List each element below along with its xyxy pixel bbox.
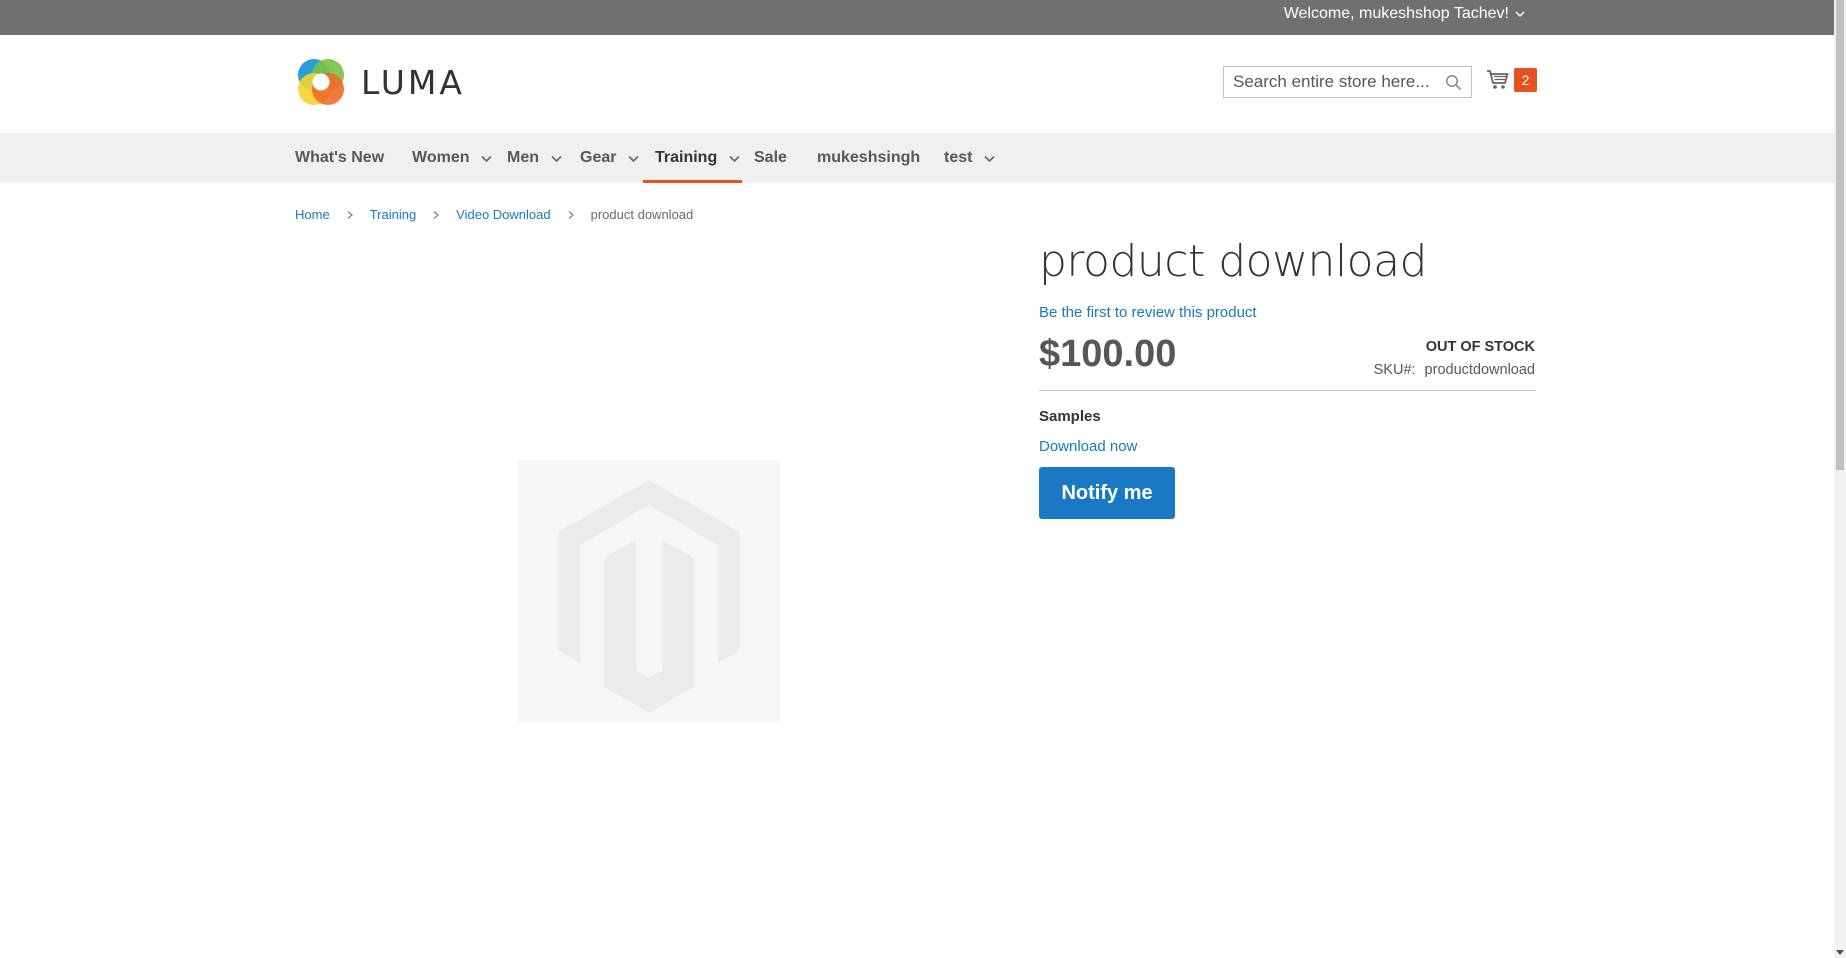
nav-item-label: What's New — [295, 149, 385, 166]
header: LUMA 2 — [0, 35, 1834, 133]
customer-menu-toggle[interactable]: Welcome, mukeshshop Tachev! — [1284, 5, 1526, 23]
nav-item-training[interactable]: Training — [642, 133, 743, 183]
nav-item-label: Gear — [580, 149, 617, 166]
notify-me-button[interactable]: Notify me — [1039, 467, 1175, 519]
minicart-button[interactable]: 2 — [1486, 68, 1537, 92]
nav-item-label: Men — [507, 149, 539, 166]
luma-logo-icon — [298, 59, 344, 105]
breadcrumb: Home Training Video Download product dow… — [295, 207, 693, 222]
sku-label: SKU#: — [1373, 362, 1416, 378]
nav-item-label: test — [944, 149, 973, 166]
nav-item-women[interactable]: Women — [412, 133, 493, 183]
chevron-down-icon — [1515, 11, 1525, 18]
nav-item-mukeshsingh[interactable]: mukeshsingh — [817, 133, 920, 183]
cart-count-badge: 2 — [1514, 68, 1537, 92]
welcome-text: Welcome, mukeshshop Tachev! — [1283, 5, 1509, 22]
samples-label: Samples — [1039, 408, 1101, 425]
download-sample-link[interactable]: Download now — [1039, 438, 1137, 455]
nav-item-test[interactable]: test — [944, 133, 996, 183]
page-title: product download — [1039, 236, 1427, 287]
logo-text: LUMA — [361, 62, 465, 102]
nav-item-label: mukeshsingh — [817, 149, 921, 166]
chevron-down-icon — [628, 155, 640, 162]
scrollbar-thumb[interactable] — [1836, 0, 1844, 470]
nav-item-gear[interactable]: Gear — [580, 133, 640, 183]
nav-item-label: Training — [655, 149, 718, 166]
scroll-down-arrow-icon[interactable] — [1836, 948, 1844, 956]
sku-value: productdownload — [1424, 362, 1535, 378]
chevron-down-icon — [481, 155, 493, 162]
nav-item-sale[interactable]: Sale — [754, 133, 787, 183]
cart-icon — [1487, 70, 1509, 89]
chevron-right-icon — [347, 210, 353, 219]
breadcrumb-home[interactable]: Home — [295, 207, 330, 222]
nav-item-men[interactable]: Men — [507, 133, 563, 183]
chevron-down-icon — [729, 155, 740, 162]
nav-item-whats-new[interactable]: What's New — [295, 133, 384, 183]
chevron-down-icon — [551, 155, 562, 162]
search-box — [1223, 66, 1472, 98]
top-bar: Welcome, mukeshshop Tachev! — [0, 0, 1834, 35]
main-navigation: What's New Women Men Gear Training Sale … — [0, 133, 1834, 183]
product-price: $100.00 — [1039, 333, 1177, 375]
product-image-placeholder[interactable] — [518, 460, 780, 722]
chevron-down-icon — [984, 155, 996, 162]
nav-item-label: Sale — [754, 149, 787, 166]
breadcrumb-training[interactable]: Training — [370, 207, 416, 222]
chevron-right-icon — [568, 210, 574, 219]
magento-logo-icon — [558, 480, 740, 713]
search-icon[interactable] — [1445, 74, 1462, 91]
breadcrumb-current: product download — [590, 207, 694, 222]
divider — [1039, 390, 1536, 391]
stock-status: OUT OF STOCK — [1425, 339, 1535, 355]
breadcrumb-video-download[interactable]: Video Download — [456, 207, 550, 222]
nav-item-label: Women — [412, 149, 470, 166]
scrollbar[interactable] — [1834, 0, 1846, 958]
logo[interactable]: LUMA — [295, 56, 465, 108]
review-link[interactable]: Be the first to review this product — [1039, 304, 1257, 321]
search-input[interactable] — [1224, 72, 1434, 92]
chevron-right-icon — [433, 210, 440, 219]
sku: SKU#: productdownload — [1374, 362, 1535, 378]
